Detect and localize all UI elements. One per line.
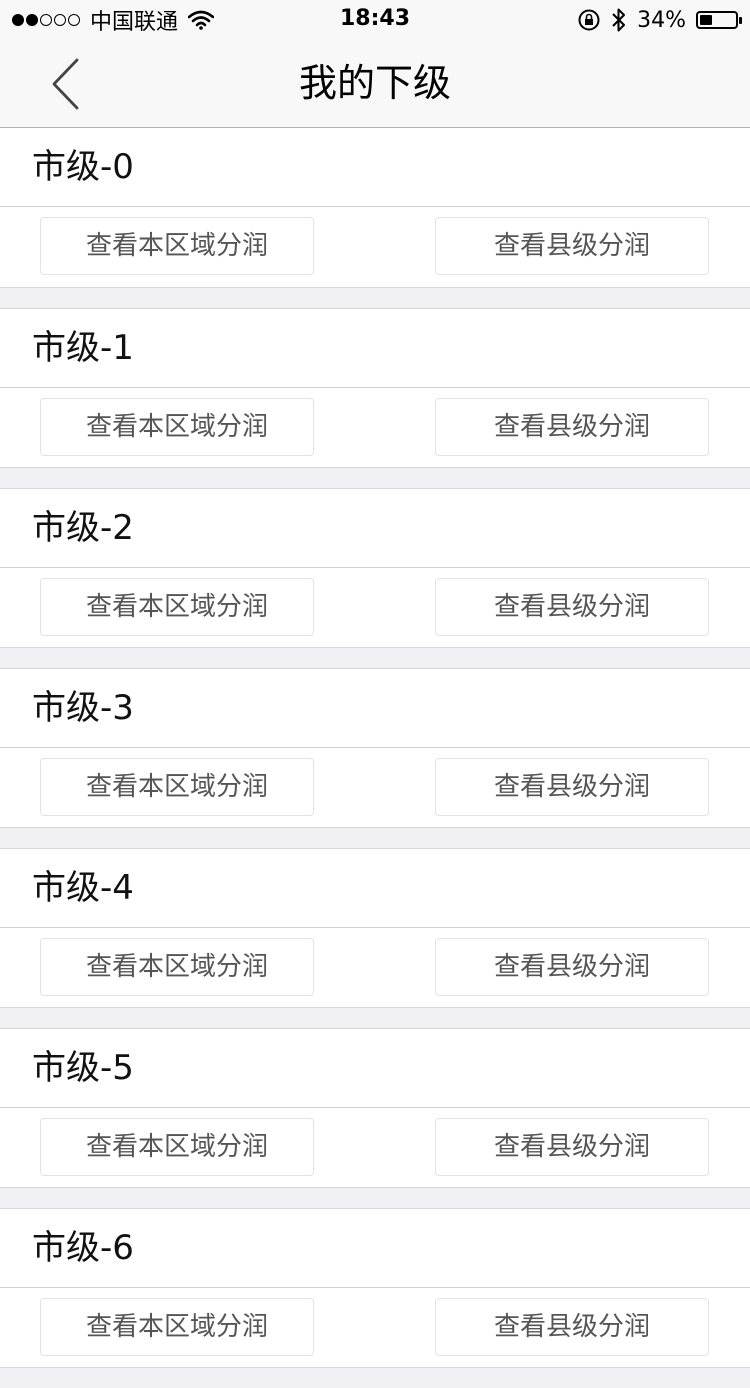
view-county-profit-button[interactable]: 查看县级分润 <box>435 938 709 996</box>
view-region-profit-button[interactable]: 查看本区域分润 <box>40 398 314 456</box>
view-county-profit-button[interactable]: 查看县级分润 <box>435 1118 709 1176</box>
status-right: 34% <box>577 6 742 34</box>
view-region-profit-button[interactable]: 查看本区域分润 <box>40 758 314 816</box>
navigation-bar: 我的下级 <box>0 40 750 128</box>
list-item: 市级-4 查看本区域分润 查看县级分润 <box>0 848 750 1008</box>
section-title: 市级-2 <box>0 489 750 568</box>
view-county-profit-button[interactable]: 查看县级分润 <box>435 1298 709 1356</box>
bluetooth-icon <box>612 8 626 32</box>
view-county-profit-button[interactable]: 查看县级分润 <box>435 758 709 816</box>
status-bar: 中国联通 18:43 34% <box>0 0 750 40</box>
view-region-profit-button[interactable]: 查看本区域分润 <box>40 938 314 996</box>
list-item: 市级-3 查看本区域分润 查看县级分润 <box>0 668 750 828</box>
button-row: 查看本区域分润 查看县级分润 <box>0 568 750 648</box>
view-region-profit-button[interactable]: 查看本区域分润 <box>40 578 314 636</box>
battery-level <box>700 15 712 25</box>
list-item: 市级-2 查看本区域分润 查看县级分润 <box>0 488 750 648</box>
page-title: 我的下级 <box>298 61 451 105</box>
list-item: 市级-0 查看本区域分润 查看县级分润 <box>0 128 750 288</box>
view-county-profit-button[interactable]: 查看县级分润 <box>435 398 709 456</box>
view-county-profit-button[interactable]: 查看县级分润 <box>435 578 709 636</box>
button-row: 查看本区域分润 查看县级分润 <box>0 1288 750 1368</box>
section-title: 市级-0 <box>0 128 750 207</box>
view-region-profit-button[interactable]: 查看本区域分润 <box>40 1118 314 1176</box>
section-title: 市级-1 <box>0 309 750 388</box>
list-item: 市级-6 查看本区域分润 查看县级分润 <box>0 1208 750 1368</box>
button-row: 查看本区域分润 查看县级分润 <box>0 1108 750 1188</box>
section-title: 市级-3 <box>0 669 750 748</box>
section-title: 市级-6 <box>0 1209 750 1288</box>
subordinate-list: 市级-0 查看本区域分润 查看县级分润 市级-1 查看本区域分润 查看县级分润 市级-2 查看… <box>0 128 750 1388</box>
rotation-lock-icon <box>578 9 600 31</box>
view-region-profit-button[interactable]: 查看本区域分润 <box>40 217 314 275</box>
battery-icon <box>696 11 742 29</box>
section-title: 市级-4 <box>0 849 750 928</box>
button-row: 查看本区域分润 查看县级分润 <box>0 928 750 1008</box>
battery-percentage: 34% <box>637 7 686 33</box>
button-row: 查看本区域分润 查看县级分润 <box>0 388 750 468</box>
list-item: 市级-1 查看本区域分润 查看县级分润 <box>0 308 750 468</box>
button-row: 查看本区域分润 查看县级分润 <box>0 748 750 828</box>
view-region-profit-button[interactable]: 查看本区域分润 <box>40 1298 314 1356</box>
list-item: 市级-5 查看本区域分润 查看县级分润 <box>0 1028 750 1188</box>
button-row: 查看本区域分润 查看县级分润 <box>0 207 750 287</box>
view-county-profit-button[interactable]: 查看县级分润 <box>435 217 709 275</box>
section-title: 市级-5 <box>0 1029 750 1108</box>
